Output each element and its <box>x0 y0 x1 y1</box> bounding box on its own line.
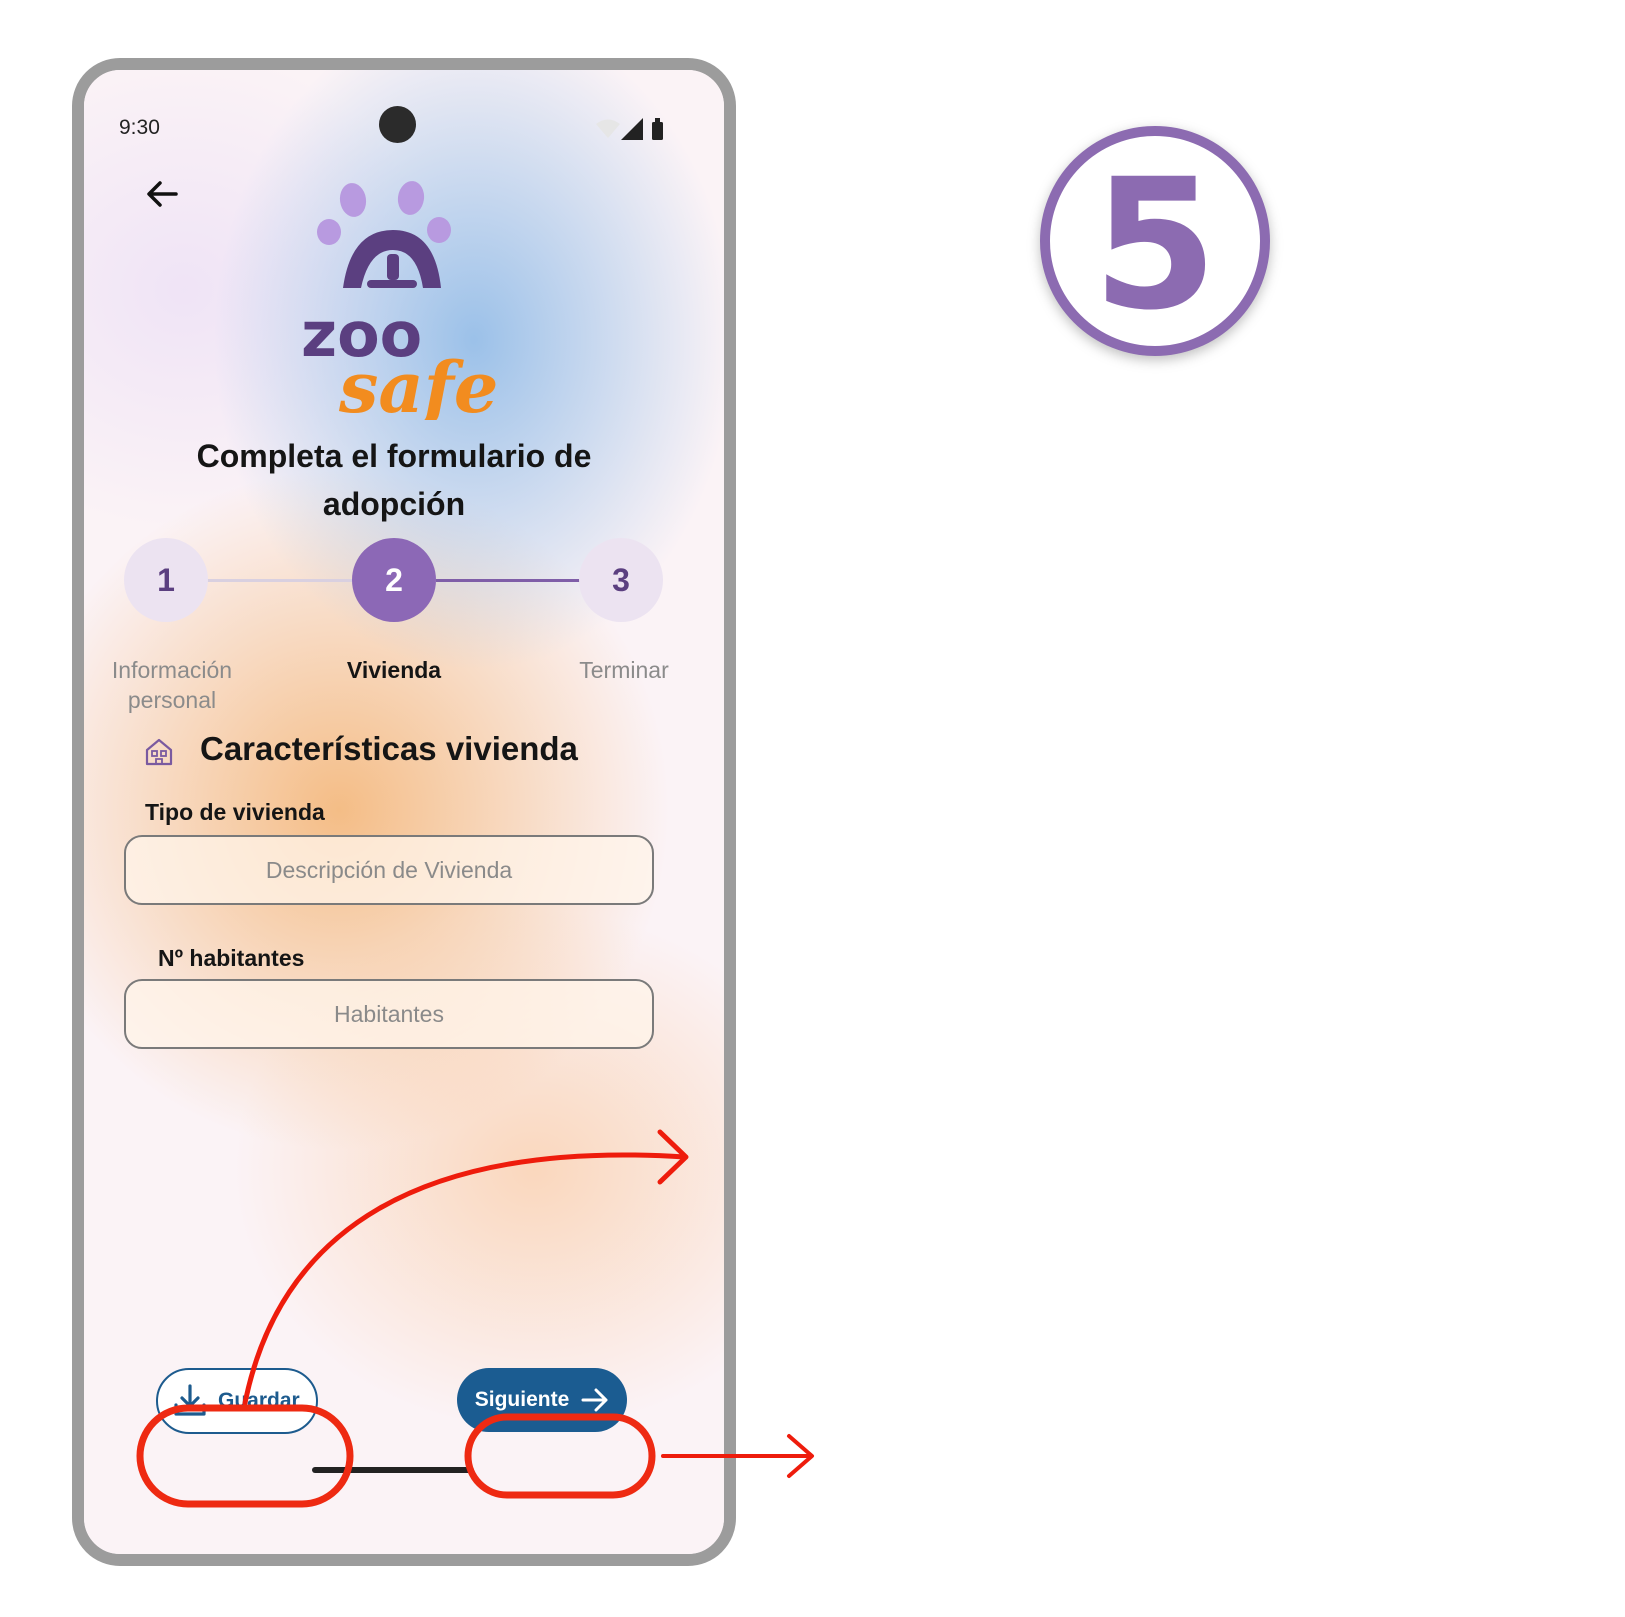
step-2-circle[interactable]: 2 <box>352 538 436 622</box>
step-3-label: Terminar <box>579 657 669 683</box>
save-button-label: Guardar <box>218 1389 300 1412</box>
residents-label: Nº habitantes <box>158 945 305 971</box>
status-time: 9:30 <box>119 116 160 139</box>
housing-type-label: Tipo de vivienda <box>145 799 325 825</box>
home-indicator <box>312 1467 474 1473</box>
step-1-circle[interactable]: 1 <box>124 538 208 622</box>
section-title: Características vivienda <box>200 730 578 767</box>
status-icons <box>596 118 663 140</box>
next-button-label: Siguiente <box>474 1388 570 1411</box>
step-2-label: Vivienda <box>346 657 442 683</box>
step-1-label: Información personal <box>111 657 233 713</box>
housing-type-input[interactable]: Descripción de Vivienda <box>124 835 654 905</box>
svg-text:safe: safe <box>338 346 498 420</box>
zoosafe-logo: zoo safe <box>301 181 498 420</box>
step-number-text: 5 <box>1092 141 1217 350</box>
save-button[interactable]: Guardar <box>156 1368 318 1434</box>
phone-frame: 9:30 zoo safe Completa el formulario de … <box>72 58 736 1566</box>
arrow-right-icon <box>581 1388 608 1412</box>
screen-background: 9:30 zoo safe Completa el formulario de … <box>84 70 724 1554</box>
residents-input[interactable]: Habitantes <box>124 979 654 1049</box>
house-icon <box>145 738 173 766</box>
step-3-circle[interactable]: 3 <box>579 538 663 622</box>
battery-icon <box>652 122 663 140</box>
signal-icon <box>621 118 643 140</box>
next-button[interactable]: Siguiente <box>457 1368 627 1432</box>
back-arrow-icon[interactable] <box>142 174 182 214</box>
wifi-icon <box>596 119 620 138</box>
front-camera <box>379 106 416 143</box>
download-icon <box>174 1384 206 1416</box>
stepper-line-2 <box>436 579 582 582</box>
page-title: Completa el formulario de adopción <box>196 438 592 522</box>
step-number-badge <box>1040 126 1270 356</box>
stepper-line-1 <box>206 579 352 582</box>
